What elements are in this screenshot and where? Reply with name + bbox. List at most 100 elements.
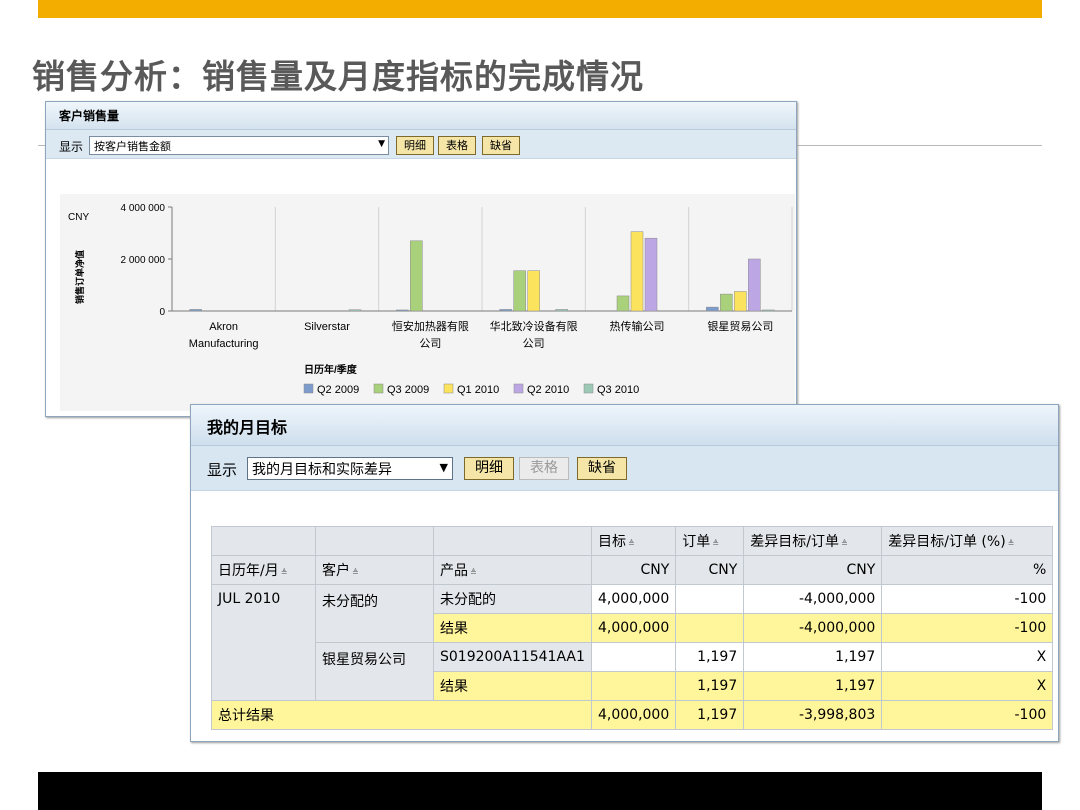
detail-button[interactable]: 明细: [396, 136, 434, 155]
sort-icon[interactable]: ≜: [1008, 539, 1015, 548]
detail-button[interactable]: 明细: [464, 457, 514, 480]
table-unit-row: 日历年/月 ≜ 客户 ≜ 产品 ≜ CNY CNY CNY %: [211, 555, 1054, 585]
category-label: 银星贸易公司: [707, 319, 773, 333]
default-button[interactable]: 缺省: [577, 457, 627, 480]
header-spacer: [211, 526, 316, 556]
dim-header-customer[interactable]: 客户 ≜: [315, 555, 434, 585]
sort-icon[interactable]: ≜: [352, 568, 359, 577]
bottom-bar: [38, 772, 1042, 810]
table-toolbar: 显示 我的月目标和实际差异 ▼ 明细 表格 缺省: [191, 446, 1058, 491]
customer-sales-window: 客户销售量 显示 按客户销售金额 ▼ 明细 表格 缺省 4 000 000 2 0…: [45, 101, 797, 417]
sort-icon[interactable]: ≜: [628, 539, 635, 548]
unit-cell: %: [881, 555, 1054, 585]
total-value: -100: [881, 700, 1054, 730]
legend-swatch: [513, 383, 524, 394]
window-title: 客户销售量: [59, 109, 120, 123]
bar-chart: 4 000 000 2 000 000 0 CNY 销售订单净值 Akron Manufac…: [68, 203, 793, 396]
category-label: 恒安加热器有限: [392, 319, 469, 333]
header-spacer: [315, 526, 434, 556]
value-cell: -100: [881, 613, 1054, 643]
table-row: JUL 2010 未分配的 未分配的 4,000,000 -4,000,000 …: [211, 584, 1054, 701]
legend-swatch: [373, 383, 384, 394]
table-header-row: 目标 ≜ 订单 ≜ 差异目标/订单 ≜ 差异目标/订单 (%) ≜: [211, 526, 1054, 556]
col-header-target[interactable]: 目标 ≜: [590, 526, 677, 556]
bar: [555, 309, 568, 312]
header-spacer: [433, 526, 592, 556]
table-button[interactable]: 表格: [438, 136, 476, 155]
category-label: 华北致冷设备有限: [490, 319, 578, 333]
y-tick-label: 4 000 000: [121, 203, 166, 214]
sort-icon[interactable]: ≜: [281, 568, 288, 577]
view-select[interactable]: 按客户销售金额 ▼: [89, 136, 389, 155]
category-label: Manufacturing: [189, 338, 259, 350]
category-label: 公司: [523, 338, 545, 350]
unit-cell: CNY: [675, 555, 745, 585]
window-title: 我的月目标: [207, 418, 288, 437]
value-cell: [590, 671, 677, 701]
value-cell: [675, 584, 745, 614]
bar: [706, 306, 719, 312]
top-accent-bar: [38, 0, 1042, 18]
show-label: 显示: [207, 461, 238, 479]
unit-cell: CNY: [743, 555, 883, 585]
view-select[interactable]: 我的月目标和实际差异 ▼: [247, 457, 453, 480]
bar: [748, 258, 761, 312]
subtotal-label: 结果: [433, 671, 592, 701]
bar: [348, 309, 362, 312]
chevron-down-icon[interactable]: ▼: [440, 461, 448, 474]
table-row: 银星贸易公司 S019200A11541AA1 1,197 1,197 X: [212, 642, 1054, 701]
bar: [499, 309, 512, 312]
dim-header-month[interactable]: 日历年/月 ≜: [211, 555, 316, 585]
product-cell: 未分配的: [433, 584, 592, 614]
value-cell: [675, 613, 745, 643]
subtotal-label: 结果: [433, 613, 592, 643]
legend-label: Q1 2010: [457, 384, 499, 396]
value-cell: 1,197: [743, 642, 883, 672]
dim-header-product[interactable]: 产品 ≜: [433, 555, 592, 585]
bar: [734, 291, 747, 312]
table-button: 表格: [519, 457, 569, 480]
target-table: 目标 ≜ 订单 ≜ 差异目标/订单 ≜ 差异目标/订单 (%) ≜ 日历年/月 ≜ 客户 ≜…: [211, 526, 1054, 730]
total-row: 总计结果 4,000,000 1,197 -3,998,803 -100: [211, 700, 1054, 730]
bar: [189, 309, 202, 312]
bar: [630, 231, 644, 312]
value-cell: 4,000,000: [590, 613, 677, 643]
col-header-diff[interactable]: 差异目标/订单 ≜: [743, 526, 883, 556]
legend-label: Q3 2009: [387, 384, 429, 396]
legend-label: Q2 2009: [317, 384, 359, 396]
show-label: 显示: [59, 140, 84, 154]
value-cell: X: [881, 671, 1054, 701]
col-header-orders[interactable]: 订单 ≜: [675, 526, 745, 556]
bar: [762, 309, 775, 312]
window-header: 客户销售量: [46, 102, 796, 130]
bar: [616, 295, 630, 312]
monthly-target-window: 我的月目标 显示 我的月目标和实际差异 ▼ 明细 表格 缺省 目标 ≜ 订单 ≜ 差…: [190, 404, 1059, 742]
bar: [396, 309, 409, 312]
legend-swatch: [583, 383, 594, 394]
customer-cell: 未分配的: [315, 584, 434, 643]
sort-icon[interactable]: ≜: [841, 539, 848, 548]
total-value: 4,000,000: [590, 700, 677, 730]
y-axis-label: 销售订单净值: [74, 250, 85, 304]
y-tick-label: 2 000 000: [121, 255, 166, 266]
col-header-diff-pct[interactable]: 差异目标/订单 (%) ≜: [881, 526, 1054, 556]
bar: [527, 270, 540, 312]
category-label: Silverstar: [304, 321, 350, 333]
legend-label: Q2 2010: [527, 384, 569, 396]
unit-cell: CNY: [590, 555, 677, 585]
bar: [644, 237, 658, 312]
sort-icon[interactable]: ≜: [470, 568, 477, 577]
sort-icon[interactable]: ≜: [712, 539, 719, 548]
y-tick-label: 0: [159, 307, 165, 318]
page-title: 销售分析：销售量及月度指标的完成情况: [32, 57, 644, 96]
chevron-down-icon[interactable]: ▼: [378, 139, 385, 149]
legend-swatch: [303, 383, 314, 394]
window-header: 我的月目标: [191, 405, 1058, 446]
value-cell: -100: [881, 584, 1054, 614]
legend-label: Q3 2010: [597, 384, 639, 396]
default-button[interactable]: 缺省: [482, 136, 520, 155]
month-cell: JUL 2010: [211, 584, 316, 701]
legend-swatch: [443, 383, 454, 394]
unit-label: CNY: [68, 212, 89, 223]
value-cell: 1,197: [675, 671, 745, 701]
